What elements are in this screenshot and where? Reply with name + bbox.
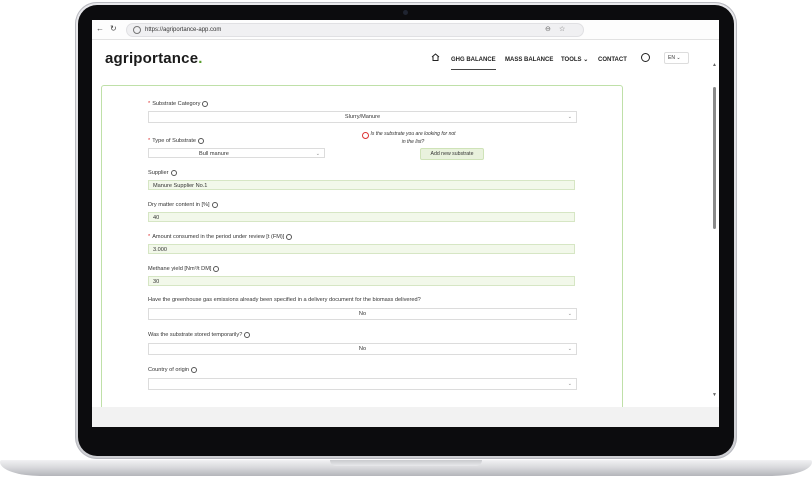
country-of-origin-select[interactable]: ⌄ [148,378,577,390]
nav-contact[interactable]: CONTACT [598,54,627,66]
star-icon[interactable]: ☆ [559,25,565,35]
scrollbar-thumb[interactable] [713,87,716,229]
info-icon[interactable] [202,100,209,107]
chevron-down-icon: ⌄ [315,151,320,157]
add-new-substrate-button[interactable]: Add new substrate [420,148,484,160]
required-mark: * [148,101,151,107]
required-mark: * [148,138,151,144]
substrate-category-select[interactable]: Slurry/Manure ⌄ [148,111,577,123]
info-icon[interactable] [213,265,220,272]
chevron-down-icon: ⌄ [567,381,572,387]
type-of-substrate-label-text: Type of Substrate [152,138,197,144]
type-of-substrate-label: * Type of Substrate [148,137,205,145]
ghg-specified-label-text: Have the greenhouse gas emissions alread… [148,297,421,303]
home-icon[interactable] [431,53,440,61]
info-icon[interactable] [198,137,205,144]
dry-matter-label: Dry matter content in [%] [148,201,218,209]
chevron-down-icon: ⌄ [567,346,572,352]
reload-icon[interactable]: ↻ [110,24,117,34]
user-icon[interactable] [641,53,650,62]
logo-text: agriportance [105,50,199,67]
supplier-label: Supplier [148,169,177,177]
info-icon[interactable] [286,233,293,240]
substrate-category-value: Slurry/Manure [344,114,381,120]
add-new-substrate-label: Add new substrate [430,151,474,157]
chevron-down-icon: ⌄ [567,114,572,120]
amount-consumed-input[interactable]: 3.000 [148,244,575,254]
substrate-category-label-text: Substrate Category [152,101,201,107]
methane-yield-label-text: Methane yield [Nm³/t DM] [148,266,212,272]
web-page: agriportance. GHG BALANCE MASS BALANCE T… [92,40,719,407]
nav-mass-balance[interactable]: MASS BALANCE [505,54,553,66]
methane-yield-input[interactable]: 30 [148,276,575,286]
amount-consumed-label-text: Amount consumed in the period under revi… [152,234,285,240]
stored-temporarily-select[interactable]: No ⌄ [148,343,577,355]
info-icon[interactable] [244,331,251,338]
dry-matter-input[interactable]: 40 [148,212,575,222]
browser-toolbar: ← ↻ https://agriportance-app.com ⊖ ☆ [92,20,719,40]
scroll-down-icon[interactable]: ▼ [712,392,717,398]
info-icon[interactable] [211,201,218,208]
lock-icon [133,26,141,34]
supplier-input[interactable]: Manure Supplier No.1 [148,180,575,190]
back-icon[interactable]: ← [96,24,104,34]
amount-consumed-label: * Amount consumed in the period under rev… [148,233,293,241]
ghg-specified-label: Have the greenhouse gas emissions alread… [148,296,421,304]
laptop-notch [330,460,482,466]
language-select[interactable]: EN ⌄ [664,52,689,64]
logo[interactable]: agriportance. [105,50,203,67]
scroll-up-icon[interactable]: ▲ [712,62,717,68]
webcam [403,10,408,15]
logo-dot: . [198,50,203,67]
chevron-down-icon: ⌄ [567,311,572,317]
info-icon[interactable] [170,169,177,176]
methane-yield-label: Methane yield [Nm³/t DM] [148,265,220,273]
stored-temporarily-label-text: Was the substrate stored temporarily? [148,332,243,338]
ghg-specified-select[interactable]: No ⌄ [148,308,577,320]
screen: ← ↻ https://agriportance-app.com ⊖ ☆ agr… [92,20,719,427]
country-of-origin-label: Country of origin [148,366,198,374]
page-bottom-area [92,407,719,427]
address-bar[interactable]: https://agriportance-app.com ⊖ ☆ [126,23,584,37]
stored-temporarily-value: No [358,346,367,352]
type-of-substrate-select[interactable]: Bull manure ⌄ [148,148,325,158]
info-icon[interactable] [191,366,198,373]
nav-tools[interactable]: TOOLS ⌄ [561,54,588,66]
url-text: https://agriportance-app.com [145,27,222,33]
not-in-list-text: Is the substrate you are looking for not… [370,131,456,145]
type-of-substrate-value: Bull manure [199,151,229,157]
country-of-origin-label-text: Country of origin [148,367,190,373]
zoom-icon[interactable]: ⊖ [545,25,551,35]
substrate-category-label: * Substrate Category [148,100,209,108]
dry-matter-label-text: Dry matter content in [%] [148,202,210,208]
ghg-specified-value: No [358,311,367,317]
substrate-form-card: * Substrate Category Slurry/Manure ⌄ * Type… [101,85,623,407]
required-mark: * [148,234,151,240]
supplier-label-text: Supplier [148,170,169,176]
stored-temporarily-label: Was the substrate stored temporarily? [148,331,251,339]
nav-ghg-balance[interactable]: GHG BALANCE [451,54,496,70]
